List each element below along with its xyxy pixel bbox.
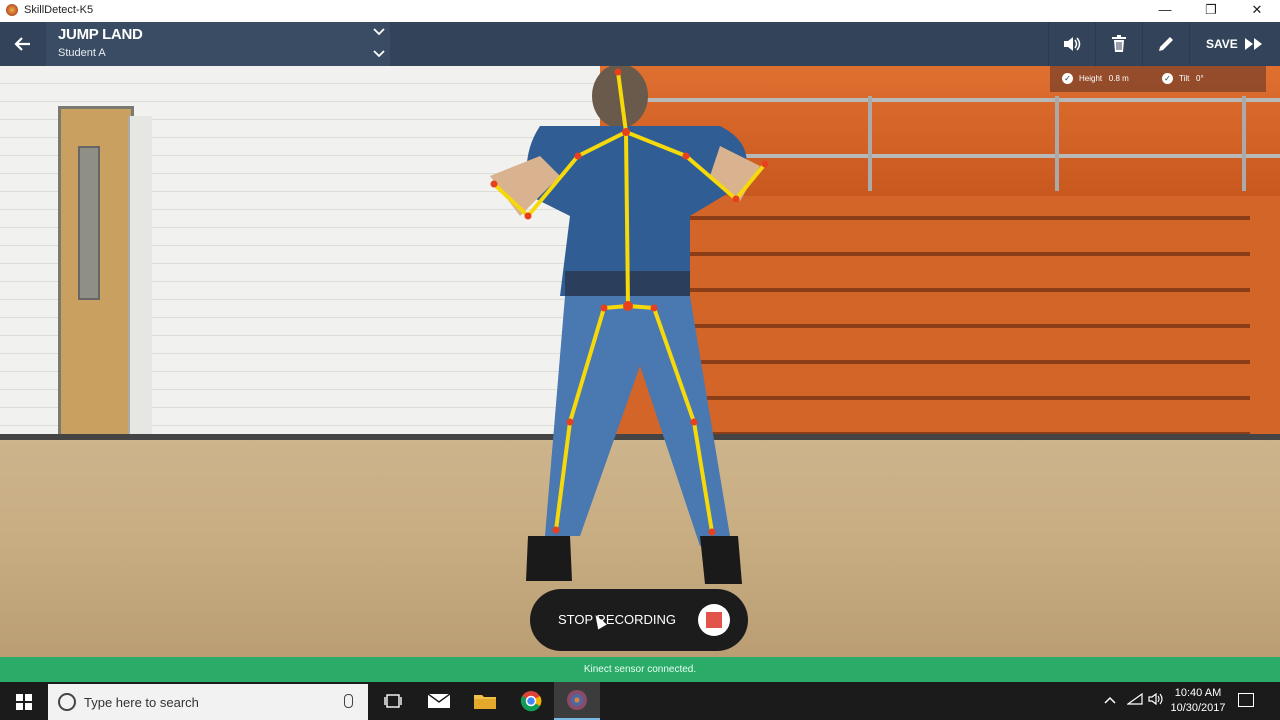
student-name: Student A [58,47,106,59]
volume-icon [1064,37,1081,51]
cortana-icon [58,693,76,711]
maximize-button[interactable]: ❐ [1188,0,1234,22]
search-placeholder: Type here to search [84,695,199,710]
folder-icon [474,695,496,709]
edit-button[interactable] [1143,22,1189,66]
tilt-value: 0° [1196,74,1204,83]
height-label: Height [1079,74,1103,83]
tilt-readout: ✓ Tilt 0° [1162,72,1204,86]
taskbar-search-box[interactable]: Type here to search [48,684,368,720]
chevron-down-icon[interactable] [372,26,386,40]
taskbar-clock[interactable]: 10:40 AM 10/30/2017 [1168,686,1228,716]
sensor-readouts: ✓ Height 0.8 m ✓ Tilt 0° [1050,66,1266,92]
camera-feed: ✓ Height 0.8 m ✓ Tilt 0° [0,66,1280,657]
taskbar-skilldetect[interactable] [554,682,600,720]
save-label: SAVE [1206,37,1238,51]
trash-icon [1112,35,1126,52]
pencil-icon [1159,37,1173,51]
height-value: 0.8 m [1108,74,1129,83]
taskbar: Type here to search 10:40 AM 10/30/2017 [0,682,1280,720]
back-button[interactable] [0,22,46,66]
action-center-icon[interactable] [1238,693,1254,707]
save-button[interactable]: SAVE [1190,22,1280,66]
stop-recording-label: STOP RECORDING [558,612,676,627]
window-title-bar: SkillDetect-K5 — ❐ ✕ [0,0,1280,23]
start-button[interactable] [0,682,48,720]
taskbar-mail[interactable] [416,682,462,720]
taskbar-chrome[interactable] [508,682,554,720]
taskbar-file-explorer[interactable] [462,682,508,720]
clock-date: 10/30/2017 [1170,702,1226,714]
chevron-down-icon[interactable] [372,48,386,62]
windows-icon [16,694,32,710]
volume-button[interactable] [1049,22,1095,66]
minimize-button[interactable]: — [1142,0,1188,22]
network-icon[interactable] [1126,692,1143,708]
close-window-button[interactable]: ✕ [1234,0,1280,22]
check-icon: ✓ [1062,73,1073,85]
clock-time: 10:40 AM [1174,687,1222,699]
activity-title: JUMP LAND [58,26,143,43]
arrow-left-icon [14,37,30,51]
window-title: SkillDetect-K5 [24,4,94,16]
app-header: JUMP LAND Student A SAVE [0,22,1280,66]
speaker-icon[interactable] [1148,692,1164,708]
fast-forward-icon [1245,38,1262,50]
chrome-icon [520,691,542,712]
app-icon [6,4,18,16]
skeleton-overlay [490,66,769,584]
delete-button[interactable] [1096,22,1142,66]
skilldetect-app-icon [567,690,587,710]
chevron-up-icon[interactable] [1104,693,1116,707]
tilt-label: Tilt [1179,74,1190,83]
status-bar: Kinect sensor connected. [0,657,1280,682]
stop-recording-button[interactable]: STOP RECORDING [530,589,748,651]
task-view-button[interactable] [370,682,416,720]
mail-icon [428,694,450,708]
check-icon: ✓ [1162,73,1173,85]
microphone-icon[interactable] [344,694,353,708]
task-view-icon [384,694,402,708]
height-readout: ✓ Height 0.8 m [1062,72,1129,86]
record-stop-icon [698,604,730,636]
status-message: Kinect sensor connected. [583,664,697,675]
activity-selector[interactable]: JUMP LAND Student A [46,22,390,66]
